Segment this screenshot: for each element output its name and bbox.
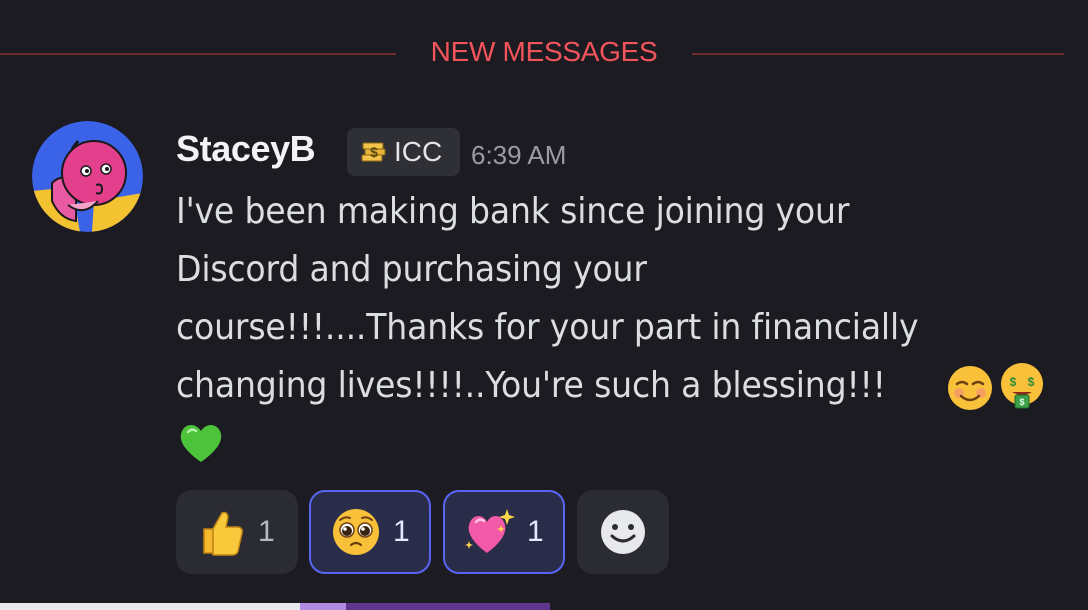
message-line-2: Discord and purchasing your <box>176 249 647 290</box>
message-line-1: I've been making bank since joining your <box>176 191 850 232</box>
reaction-pleading-face[interactable]: 1 <box>309 490 431 574</box>
add-reaction-button[interactable] <box>577 490 669 574</box>
pleading-face-emoji <box>333 509 379 555</box>
new-messages-divider: NEW MESSAGES <box>0 30 1088 80</box>
server-tag-label: ICC <box>394 136 443 167</box>
money-stack-icon: $ <box>361 142 386 162</box>
username[interactable]: StaceyB <box>176 128 316 170</box>
new-messages-label: NEW MESSAGES <box>430 36 658 67</box>
divider-line-right <box>692 53 1064 55</box>
svg-text:$: $ <box>1019 397 1024 407</box>
server-tag[interactable]: $ ICC <box>347 128 460 176</box>
message-line-3: course!!!....Thanks for your part in fin… <box>176 307 919 348</box>
svg-text:$: $ <box>370 144 378 160</box>
reaction-count-sparkling-heart: 1 <box>527 515 544 548</box>
avatar[interactable] <box>32 121 143 232</box>
sparkling-heart-emoji <box>465 509 515 553</box>
green-heart-emoji <box>180 425 222 462</box>
message-line-4: changing lives!!!!..You're such a blessi… <box>176 365 886 406</box>
reaction-thumbs-up[interactable]: 1 <box>176 490 298 574</box>
divider-line-left <box>0 53 396 55</box>
smiling-face-emoji <box>948 366 992 410</box>
reaction-count-thumbs-up: 1 <box>258 515 275 548</box>
add-reaction-smiley-icon <box>601 510 645 554</box>
thumbs-up-emoji <box>203 511 243 556</box>
bottom-edge <box>0 603 1088 610</box>
reaction-sparkling-heart[interactable]: 1 <box>443 490 565 574</box>
message-timestamp[interactable]: 6:39 AM <box>471 140 566 171</box>
svg-text:$: $ <box>1010 375 1017 389</box>
reaction-count-pleading-face: 1 <box>393 515 410 548</box>
money-mouth-face-emoji: $ $ $ <box>1001 363 1043 409</box>
svg-text:$: $ <box>1028 375 1035 389</box>
